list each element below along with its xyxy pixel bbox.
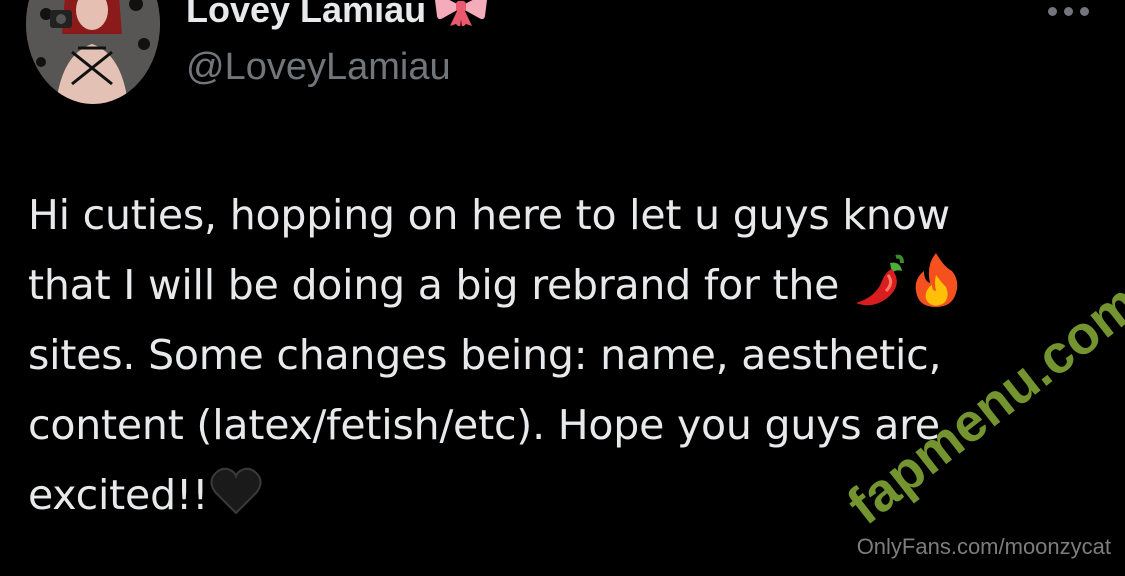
hot-pepper-icon — [855, 254, 904, 306]
tweet-line: that I will be doing a big rebrand for t… — [28, 250, 1098, 320]
author-display-name[interactable]: Lovey Lamiau — [186, 0, 490, 32]
tweet-line: content (latex/fetish/etc). Hope you guy… — [28, 401, 940, 449]
more-dot-icon — [1064, 7, 1073, 16]
tweet-line-text: that I will be doing a big rebrand for t… — [28, 261, 840, 309]
fire-icon — [915, 253, 958, 307]
tweet-line: Hi cuties, hopping on here to let u guys… — [28, 191, 950, 239]
tweet-line-text: excited!! — [28, 471, 209, 519]
tweet-text: Hi cuties, hopping on here to let u guys… — [28, 180, 1098, 530]
more-options-button[interactable] — [1044, 0, 1094, 24]
avatar-photo-icon — [26, 0, 160, 104]
ribbon-bow-icon — [435, 0, 488, 26]
black-heart-icon — [210, 467, 262, 515]
source-caption: OnlyFans.com/moonzycat — [856, 534, 1111, 559]
avatar[interactable] — [26, 0, 160, 104]
tweet-line: sites. Some changes being: name, aesthet… — [28, 331, 942, 379]
tweet-line: excited!! — [28, 460, 1098, 530]
more-dot-icon — [1080, 7, 1089, 16]
author-handle[interactable]: @LoveyLamiau — [186, 44, 451, 90]
display-name-text: Lovey Lamiau — [186, 0, 427, 30]
more-dot-icon — [1048, 7, 1057, 16]
